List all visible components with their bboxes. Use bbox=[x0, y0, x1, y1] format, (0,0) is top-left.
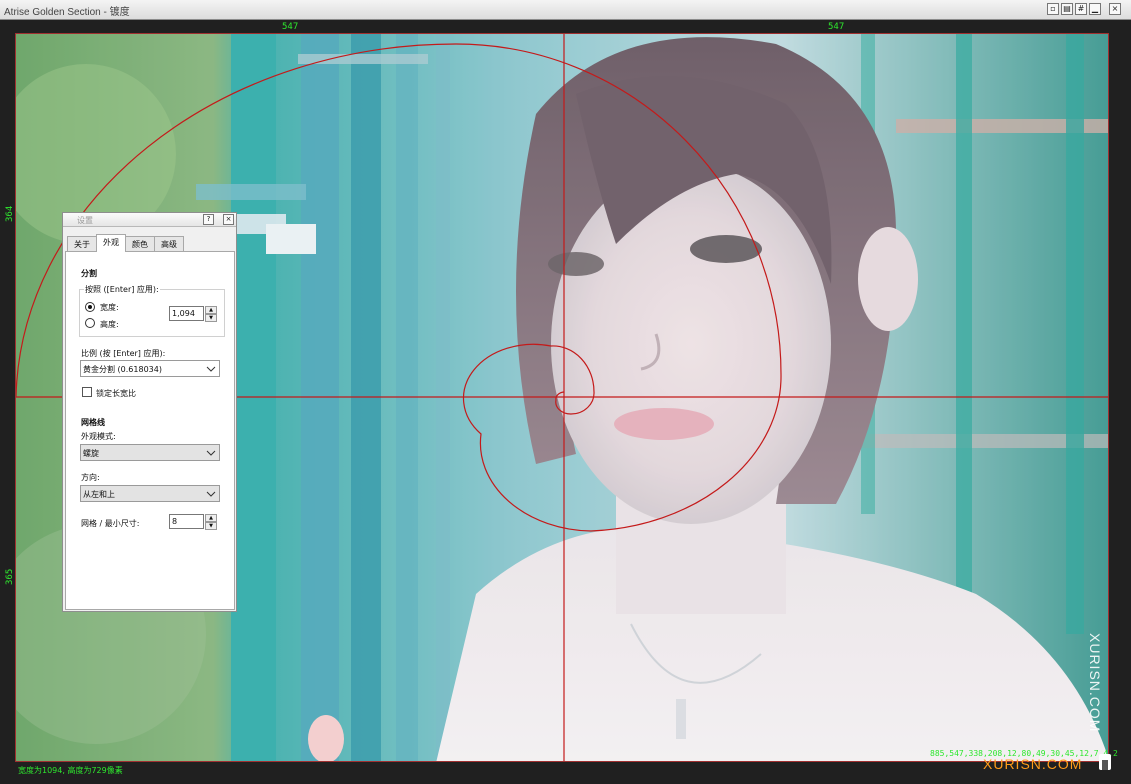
tab-color[interactable]: 颜色 bbox=[125, 236, 155, 251]
dialog-title-bar[interactable]: 设置 ? × bbox=[63, 213, 236, 227]
lock-ratio-label: 锁定长宽比 bbox=[96, 389, 136, 398]
split-heading: 分割 bbox=[81, 269, 97, 278]
watermark-logo-icon bbox=[1099, 754, 1111, 770]
chevron-down-icon bbox=[206, 491, 216, 497]
window-title: Atrise Golden Section - 镀度 bbox=[4, 7, 130, 18]
ruler-top-right: 547 bbox=[828, 22, 845, 32]
tab-advanced[interactable]: 高级 bbox=[154, 236, 184, 251]
stepper-down-icon[interactable]: ▼ bbox=[205, 522, 217, 530]
watermark-horizontal: XURISN.COM bbox=[983, 756, 1083, 772]
app-window: Atrise Golden Section - 镀度 ▫ ▤ # ▁ × 547… bbox=[0, 0, 1131, 784]
stepper-up-icon[interactable]: ▲ bbox=[205, 306, 217, 314]
ruler-left-top: 364 bbox=[5, 205, 15, 222]
tab-appearance[interactable]: 外观 bbox=[96, 234, 126, 252]
help-icon[interactable]: ? bbox=[203, 214, 214, 225]
window-controls: ▫ ▤ # ▁ × bbox=[1047, 3, 1121, 15]
dialog-title: 设置 bbox=[77, 216, 93, 225]
split-value-input[interactable]: 1,094 bbox=[169, 306, 204, 321]
width-label: 宽度: bbox=[100, 303, 119, 312]
split-group-label: 按照 ([Enter] 应用): bbox=[84, 284, 160, 295]
ruler-top-left: 547 bbox=[282, 22, 299, 32]
ruler-left-bottom: 365 bbox=[5, 568, 15, 585]
split-value-stepper[interactable]: ▲ ▼ bbox=[205, 306, 217, 322]
stepper-down-icon[interactable]: ▼ bbox=[205, 314, 217, 322]
ratio-select-value: 黄金分割 (0.618034) bbox=[83, 365, 162, 374]
title-bar[interactable]: Atrise Golden Section - 镀度 ▫ ▤ # ▁ × bbox=[0, 0, 1131, 20]
snap-icon[interactable]: ▤ bbox=[1061, 3, 1073, 15]
grid-icon[interactable]: # bbox=[1075, 3, 1087, 15]
grid-style-value: 螺旋 bbox=[83, 449, 99, 458]
chevron-down-icon bbox=[206, 450, 216, 456]
close-icon[interactable]: × bbox=[1109, 3, 1121, 15]
chevron-down-icon bbox=[206, 366, 216, 372]
lock-ratio-checkbox[interactable] bbox=[82, 387, 92, 397]
direction-select[interactable]: 从左和上 bbox=[80, 485, 220, 502]
minimize-icon[interactable]: ▁ bbox=[1089, 3, 1101, 15]
ratio-select[interactable]: 黄金分割 (0.618034) bbox=[80, 360, 220, 377]
close-icon[interactable]: × bbox=[223, 214, 234, 225]
height-label: 高度: bbox=[100, 320, 119, 329]
grid-heading: 网格线 bbox=[81, 418, 105, 427]
image-dimensions-status: 宽度为1094, 高度为729像素 bbox=[18, 766, 123, 775]
stepper-up-icon[interactable]: ▲ bbox=[205, 514, 217, 522]
height-radio[interactable] bbox=[85, 318, 95, 328]
direction-value: 从左和上 bbox=[83, 490, 115, 499]
settings-dialog[interactable]: 设置 ? × 关于 外观 颜色 高级 分割 按照 ([Enter] 应用): 宽… bbox=[62, 212, 237, 612]
grid-style-select[interactable]: 螺旋 bbox=[80, 444, 220, 461]
tab-about[interactable]: 关于 bbox=[67, 236, 97, 251]
min-size-stepper[interactable]: ▲ ▼ bbox=[205, 514, 217, 530]
ratio-label: 比例 (按 [Enter] 应用): bbox=[81, 349, 166, 358]
restore-icon[interactable]: ▫ bbox=[1047, 3, 1059, 15]
min-size-label: 网格 / 最小尺寸: bbox=[81, 519, 140, 528]
dialog-tabs: 关于 外观 颜色 高级 bbox=[67, 234, 184, 252]
grid-style-label: 外观模式: bbox=[81, 432, 116, 441]
width-radio[interactable] bbox=[85, 302, 95, 312]
watermark-vertical: XURISN.COM bbox=[1087, 633, 1103, 733]
min-size-input[interactable]: 8 bbox=[169, 514, 204, 529]
direction-label: 方向: bbox=[81, 473, 100, 482]
